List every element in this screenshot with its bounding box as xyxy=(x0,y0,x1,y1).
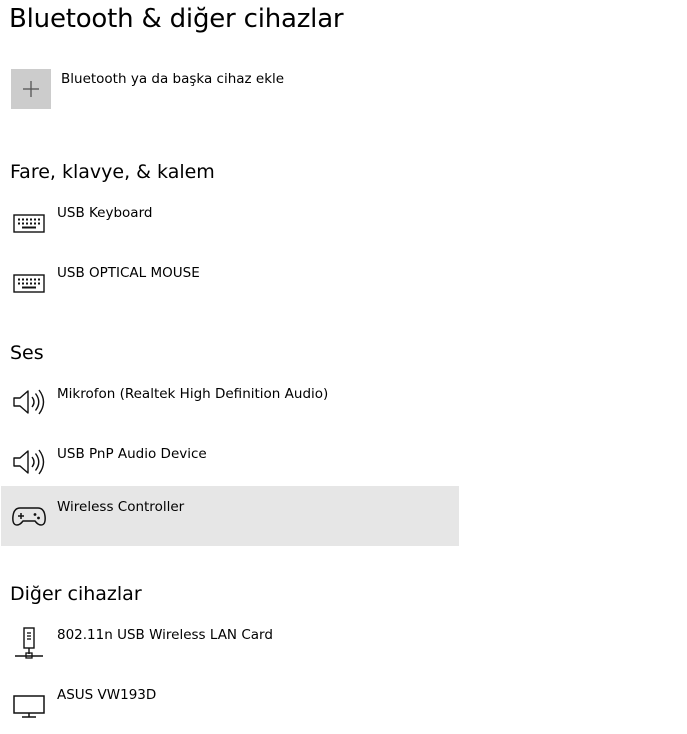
monitor-icon xyxy=(13,695,45,718)
keyboard-icon xyxy=(13,214,45,233)
device-name: 802.11n USB Wireless LAN Card xyxy=(57,627,273,643)
add-device-tile xyxy=(11,69,51,109)
device-item-usb-keyboard[interactable]: USB Keyboard xyxy=(1,193,459,252)
network-adapter-icon xyxy=(15,627,43,659)
device-name: USB Keyboard xyxy=(57,205,153,221)
add-device-label: Bluetooth ya da başka cihaz ekle xyxy=(61,71,285,87)
device-item-asus-vw193d[interactable]: ASUS VW193D xyxy=(1,675,459,734)
speaker-icon xyxy=(13,389,45,415)
device-name: Wireless Controller xyxy=(57,499,185,515)
keyboard-icon xyxy=(13,274,45,293)
section-header-input: Fare, klavye, & kalem xyxy=(10,161,215,183)
device-item-wireless-controller[interactable]: Wireless Controller xyxy=(1,486,459,546)
speaker-icon xyxy=(13,449,45,475)
section-header-audio: Ses xyxy=(10,342,44,364)
device-item-usb-optical-mouse[interactable]: USB OPTICAL MOUSE xyxy=(1,253,459,312)
gamepad-icon xyxy=(12,507,46,526)
plus-icon xyxy=(23,81,39,97)
device-item-usb-pnp-audio[interactable]: USB PnP Audio Device xyxy=(1,434,459,493)
add-device-button[interactable]: Bluetooth ya da başka cihaz ekle xyxy=(0,64,460,114)
page-title: Bluetooth & diğer cihazlar xyxy=(9,4,344,34)
device-name: ASUS VW193D xyxy=(57,687,157,703)
device-item-wireless-lan-card[interactable]: 802.11n USB Wireless LAN Card xyxy=(1,615,459,674)
device-item-mikrofon[interactable]: Mikrofon (Realtek High Definition Audio) xyxy=(1,374,459,433)
device-name: Mikrofon (Realtek High Definition Audio) xyxy=(57,386,329,402)
device-name: USB OPTICAL MOUSE xyxy=(57,265,200,281)
device-name: USB PnP Audio Device xyxy=(57,446,207,462)
section-header-other: Diğer cihazlar xyxy=(10,583,142,605)
